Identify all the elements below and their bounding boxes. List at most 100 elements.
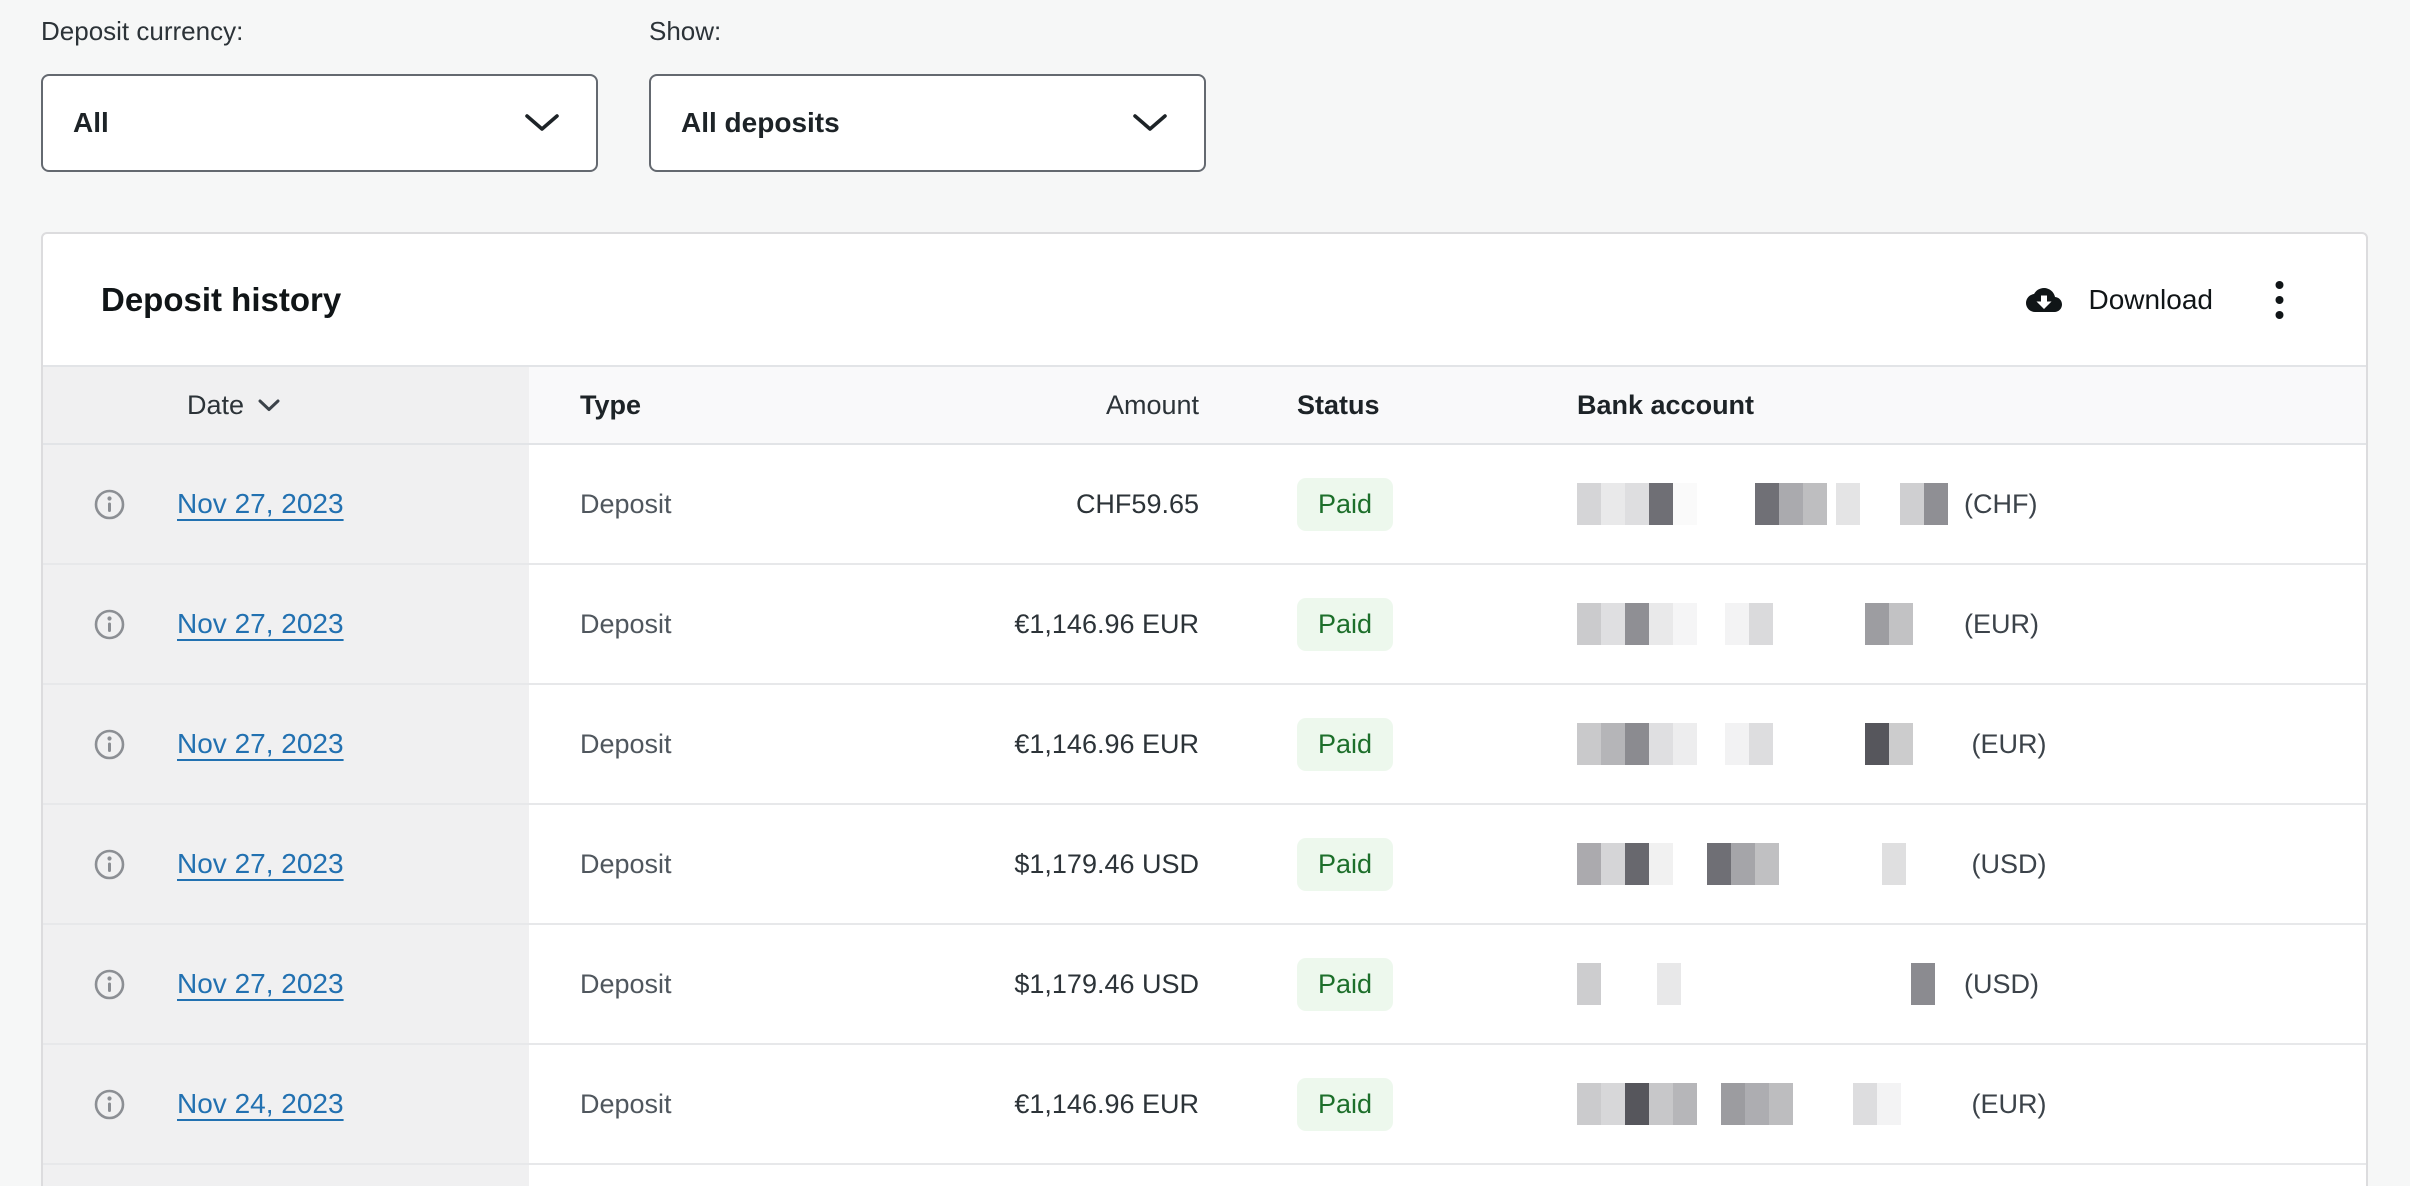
deposit-type: Deposit bbox=[529, 729, 779, 760]
deposit-date-link[interactable]: Nov 27, 2023 bbox=[177, 608, 344, 640]
kebab-menu-button[interactable] bbox=[2265, 274, 2294, 326]
bank-account-redacted bbox=[1577, 843, 1964, 885]
deposit-amount: €1,146.96 EUR bbox=[779, 729, 1199, 760]
deposit-date-link[interactable]: Nov 27, 2023 bbox=[177, 488, 344, 520]
info-icon[interactable] bbox=[94, 849, 125, 880]
filters-bar: Deposit currency: All Show: All deposits bbox=[41, 16, 1206, 172]
table-row: Nov 27, 2023 Deposit €1,146.96 EUR Paid … bbox=[43, 685, 2366, 805]
bank-account-cell: (CHF) bbox=[1577, 483, 2366, 525]
date-cell: Nov 27, 2023 bbox=[43, 805, 529, 923]
show-label: Show: bbox=[649, 16, 1206, 46]
redacted-segment bbox=[1577, 603, 1697, 645]
column-header-date-label: Date bbox=[187, 390, 244, 421]
redacted-segment bbox=[1900, 483, 1948, 525]
redacted-segment bbox=[1865, 603, 1913, 645]
date-cell: Nov 27, 2023 bbox=[43, 685, 529, 803]
redacted-segment bbox=[1657, 963, 1681, 1005]
info-icon[interactable] bbox=[94, 609, 125, 640]
bank-account-redacted bbox=[1577, 1083, 1964, 1125]
deposit-currency-value: All bbox=[73, 107, 109, 139]
deposit-history-card: Deposit history Download Date bbox=[41, 232, 2368, 1186]
status-badge: Paid bbox=[1297, 478, 1393, 531]
deposit-type: Deposit bbox=[529, 969, 779, 1000]
column-header-type: Type bbox=[529, 390, 779, 421]
chevron-down-icon bbox=[1132, 113, 1168, 133]
column-header-amount: Amount bbox=[779, 390, 1199, 421]
redacted-segment bbox=[1755, 483, 1827, 525]
bank-account-label: (CHF) bbox=[1964, 489, 2037, 520]
info-icon[interactable] bbox=[94, 489, 125, 520]
bank-account-redacted bbox=[1577, 603, 1964, 645]
redacted-segment bbox=[1882, 843, 1906, 885]
deposit-amount: CHF59.65 bbox=[779, 489, 1199, 520]
date-cell: Nov 27, 2023 bbox=[43, 565, 529, 683]
table-body: Nov 27, 2023 Deposit CHF59.65 Paid (CHF)… bbox=[43, 445, 2366, 1165]
deposit-type: Deposit bbox=[529, 849, 779, 880]
download-label: Download bbox=[2088, 284, 2213, 316]
deposit-currency-filter: Deposit currency: All bbox=[41, 16, 598, 172]
redacted-segment bbox=[1577, 1083, 1697, 1125]
status-badge: Paid bbox=[1297, 1078, 1393, 1131]
table-row: Nov 27, 2023 Deposit $1,179.46 USD Paid … bbox=[43, 805, 2366, 925]
bank-account-label: (USD) bbox=[1964, 849, 2047, 880]
date-cell: Nov 24, 2023 bbox=[43, 1045, 529, 1163]
table-row: Nov 27, 2023 Deposit $1,179.46 USD Paid … bbox=[43, 925, 2366, 1045]
deposit-date-link[interactable]: Nov 27, 2023 bbox=[177, 848, 344, 880]
status-cell: Paid bbox=[1199, 1078, 1577, 1131]
redacted-segment bbox=[1577, 843, 1673, 885]
table-row: Nov 24, 2023 Deposit €1,146.96 EUR Paid … bbox=[43, 1045, 2366, 1165]
deposit-currency-select[interactable]: All bbox=[41, 74, 598, 172]
deposit-currency-label: Deposit currency: bbox=[41, 16, 598, 46]
chevron-down-icon bbox=[524, 113, 560, 133]
deposit-date-link[interactable]: Nov 24, 2023 bbox=[177, 1088, 344, 1120]
column-header-date[interactable]: Date bbox=[43, 367, 529, 443]
redacted-segment bbox=[1707, 843, 1779, 885]
status-cell: Paid bbox=[1199, 478, 1577, 531]
redacted-segment bbox=[1725, 603, 1773, 645]
deposit-amount: $1,179.46 USD bbox=[779, 969, 1199, 1000]
bank-account-redacted bbox=[1577, 483, 1964, 525]
redacted-segment bbox=[1721, 1083, 1793, 1125]
bank-account-redacted bbox=[1577, 963, 1964, 1005]
card-header: Deposit history Download bbox=[43, 234, 2366, 365]
download-button[interactable]: Download bbox=[2020, 282, 2213, 318]
status-badge: Paid bbox=[1297, 598, 1393, 651]
status-cell: Paid bbox=[1199, 958, 1577, 1011]
deposit-type: Deposit bbox=[529, 609, 779, 640]
deposit-type: Deposit bbox=[529, 489, 779, 520]
redacted-segment bbox=[1725, 723, 1773, 765]
redacted-segment bbox=[1865, 723, 1913, 765]
deposit-date-link[interactable]: Nov 27, 2023 bbox=[177, 968, 344, 1000]
redacted-segment bbox=[1836, 483, 1860, 525]
show-value: All deposits bbox=[681, 107, 840, 139]
redacted-segment bbox=[1577, 723, 1697, 765]
table-row-partial bbox=[43, 1165, 2366, 1186]
deposit-date-link[interactable]: Nov 27, 2023 bbox=[177, 728, 344, 760]
bank-account-cell: (USD) bbox=[1577, 963, 2366, 1005]
status-badge: Paid bbox=[1297, 718, 1393, 771]
date-cell: Nov 27, 2023 bbox=[43, 925, 529, 1043]
bank-account-cell: (EUR) bbox=[1577, 1083, 2366, 1125]
info-icon[interactable] bbox=[94, 729, 125, 760]
show-filter: Show: All deposits bbox=[649, 16, 1206, 172]
show-select[interactable]: All deposits bbox=[649, 74, 1206, 172]
bank-account-cell: (USD) bbox=[1577, 843, 2366, 885]
info-icon[interactable] bbox=[94, 1089, 125, 1120]
column-header-bank-account: Bank account bbox=[1577, 390, 2366, 421]
bank-account-cell: (EUR) bbox=[1577, 723, 2366, 765]
cloud-download-icon bbox=[2020, 282, 2068, 318]
deposit-amount: €1,146.96 EUR bbox=[779, 609, 1199, 640]
bank-account-label: (EUR) bbox=[1964, 729, 2047, 760]
table-row: Nov 27, 2023 Deposit €1,146.96 EUR Paid … bbox=[43, 565, 2366, 685]
table-header-row: Date Type Amount Status Bank account bbox=[43, 365, 2366, 445]
table-row: Nov 27, 2023 Deposit CHF59.65 Paid (CHF) bbox=[43, 445, 2366, 565]
deposits-page: Deposit currency: All Show: All deposits… bbox=[0, 0, 2410, 1186]
bank-account-label: (EUR) bbox=[1964, 609, 2039, 640]
date-cell bbox=[43, 1165, 529, 1186]
deposit-amount: $1,179.46 USD bbox=[779, 849, 1199, 880]
redacted-segment bbox=[1911, 963, 1935, 1005]
page-title: Deposit history bbox=[101, 281, 341, 319]
status-cell: Paid bbox=[1199, 598, 1577, 651]
bank-account-label: (EUR) bbox=[1964, 1089, 2047, 1120]
info-icon[interactable] bbox=[94, 969, 125, 1000]
